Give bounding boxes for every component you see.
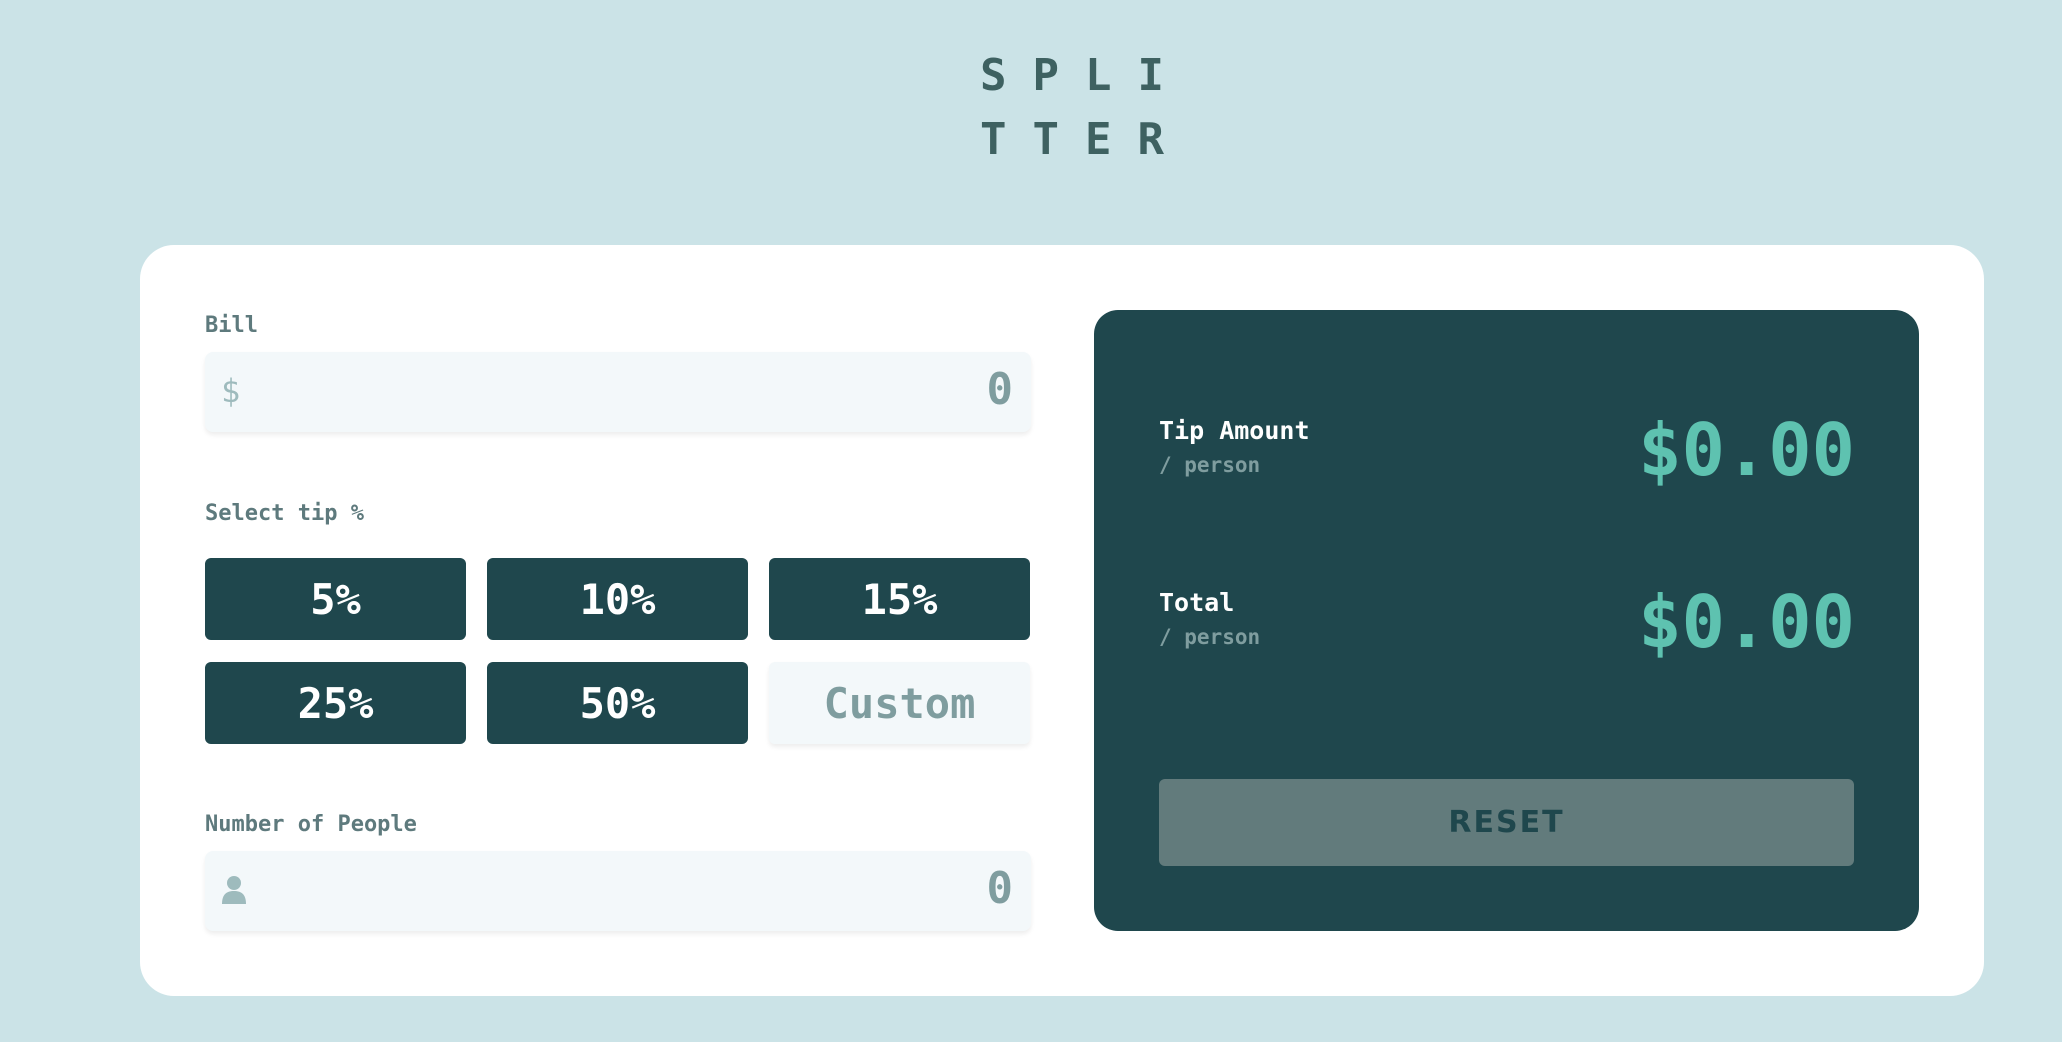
tip-label: Select tip % [205,501,364,526]
calculator-card: Bill $ 0 Select tip % 5% 10% 15% 25% 50%… [140,245,1984,996]
people-value: 0 [986,863,1014,914]
app-logo: SPLI TTER [980,44,1190,172]
tip-button-15[interactable]: 15% [769,558,1030,640]
tip-button-5[interactable]: 5% [205,558,466,640]
tip-button-25[interactable]: 25% [205,662,466,744]
bill-label: Bill [205,313,258,338]
dollar-icon: $ [221,372,241,410]
bill-input[interactable]: $ 0 [205,352,1031,432]
logo-line-2: TTER [980,114,1190,165]
total-sub: / person [1159,625,1261,649]
reset-button[interactable]: RESET [1159,779,1854,866]
person-icon [222,876,246,904]
people-input[interactable]: 0 [205,851,1031,931]
total-label: Total [1159,588,1235,617]
people-label: Number of People [205,812,417,837]
tip-amount-sub: / person [1159,453,1261,477]
total-value: $0.00 [1638,580,1855,664]
logo-line-1: SPLI [980,50,1190,101]
custom-tip-input[interactable]: Custom [769,662,1030,744]
tip-amount-label: Tip Amount [1159,416,1310,445]
tip-button-50[interactable]: 50% [487,662,748,744]
bill-value: 0 [986,364,1014,415]
results-panel: Tip Amount / person $0.00 Total / person… [1094,310,1919,931]
tip-button-10[interactable]: 10% [487,558,748,640]
tip-amount-value: $0.00 [1638,408,1855,492]
